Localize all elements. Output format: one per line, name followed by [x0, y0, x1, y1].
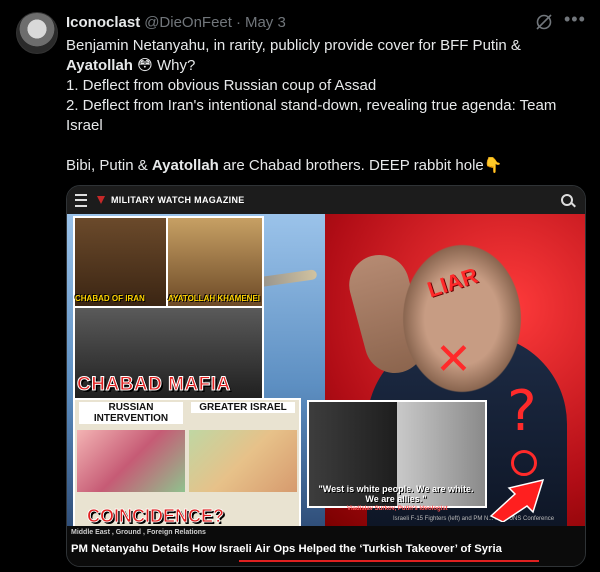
- tweet-date[interactable]: May 3: [245, 14, 286, 31]
- tweet-line: 1. Deflect from obvious Russian coup of …: [66, 77, 377, 94]
- tweet-header: Iconoclast @DieOnFeet · May 3: [66, 12, 286, 32]
- caption-coincidence: COINCIDENCE?: [87, 506, 225, 526]
- site-name: MILITARY WATCH MAGAZINE: [111, 195, 245, 205]
- tweet-line: [66, 136, 576, 156]
- tweet-line: Benjamin Netanyahu, in rarity, publicly …: [66, 37, 521, 54]
- more-options-icon[interactable]: •••: [564, 9, 585, 29]
- site-header-bar: MILITARY WATCH MAGAZINE: [67, 186, 585, 214]
- tweet-text: Benjamin Netanyahu, in rarity, publicly …: [66, 36, 576, 176]
- tweet-line: Israel: [66, 117, 103, 134]
- tweet-line: Bibi, Putin & Ayatollah are Chabad broth…: [66, 157, 503, 174]
- display-name[interactable]: Iconoclast: [66, 14, 140, 31]
- surkov-quote: "West is white people. We are white. We …: [318, 484, 474, 504]
- grok-icon[interactable]: [534, 12, 554, 32]
- caption-russian-intervention: RUSSIAN INTERVENTION: [79, 402, 183, 424]
- red-x-icon: ✕: [435, 335, 472, 384]
- headline-underline: [239, 560, 539, 562]
- caption-chabad-mafia: CHABAD MAFIA: [77, 374, 231, 396]
- caption-ayatollah: AYATOLLAH KHAMENEI: [168, 294, 261, 303]
- red-arrow-icon: [489, 478, 545, 522]
- caption-greater-israel: GREATER ISRAEL: [191, 402, 295, 413]
- caption-chabad-iran: CHABAD OF IRAN: [75, 294, 145, 303]
- article-headline[interactable]: PM Netanyahu Details How Israeli Air Ops…: [71, 543, 502, 555]
- user-handle[interactable]: @DieOnFeet: [144, 14, 232, 31]
- link-card[interactable]: MILITARY WATCH MAGAZINE CHABAD OF IRAN A…: [66, 185, 586, 567]
- quote-attribution: Vladislav Surkov, Putin's Ideologist: [347, 506, 448, 512]
- avatar[interactable]: [16, 12, 58, 54]
- map-syria: [77, 430, 185, 492]
- article-tags: Middle East , Ground , Foreign Relations: [71, 529, 206, 536]
- tweet-line: Ayatollah 😳 Why?: [66, 57, 196, 74]
- tweet[interactable]: Iconoclast @DieOnFeet · May 3 ••• Benjam…: [0, 0, 600, 572]
- separator-dot: ·: [235, 13, 241, 31]
- map-greater-israel: [189, 430, 297, 492]
- menu-icon: [75, 193, 87, 207]
- site-logo-icon: [97, 196, 105, 204]
- question-mark-icon: ?: [507, 379, 537, 444]
- card-footer[interactable]: Middle East , Ground , Foreign Relations…: [67, 526, 585, 566]
- search-icon: [561, 194, 573, 206]
- tweet-line: 2. Deflect from Iran's intentional stand…: [66, 97, 557, 114]
- question-dot-icon: [511, 450, 537, 476]
- card-image: CHABAD OF IRAN AYATOLLAH KHAMENEI CHABAD…: [67, 214, 585, 526]
